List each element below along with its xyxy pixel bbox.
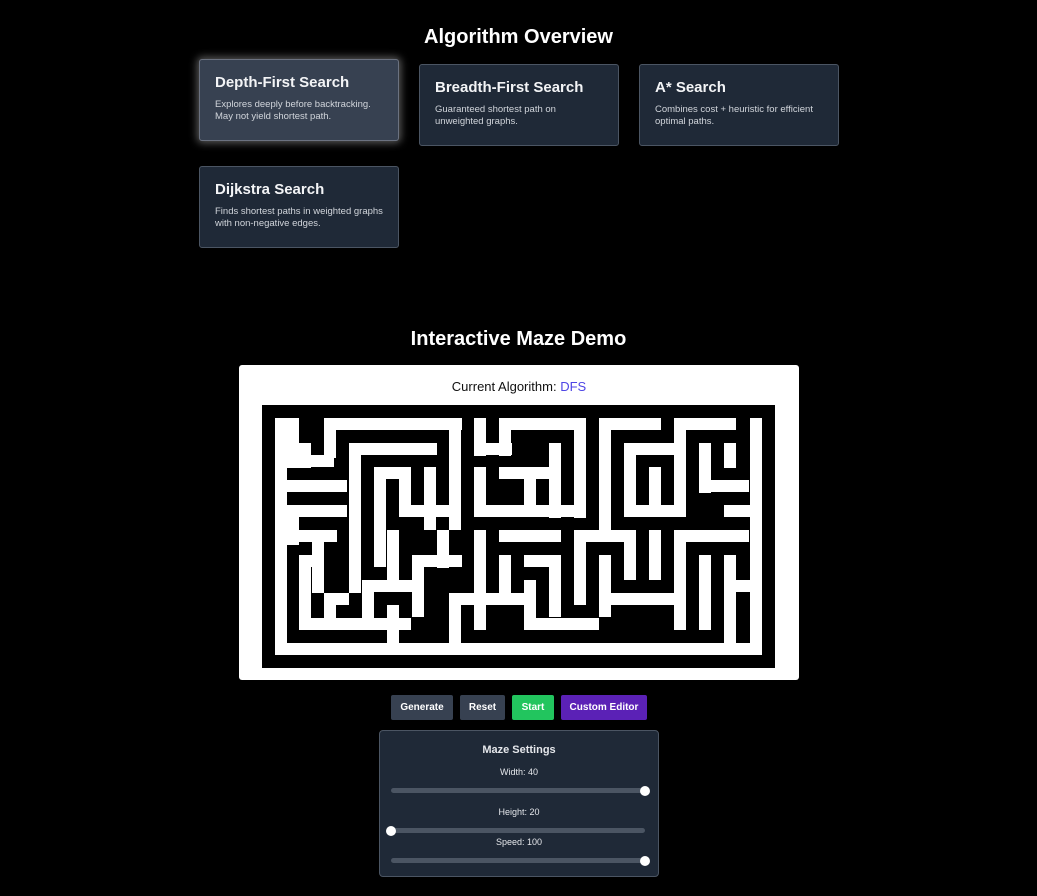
card-title: Breadth-First Search xyxy=(435,79,584,96)
card-title: Dijkstra Search xyxy=(215,181,325,198)
card-breadth-first-search[interactable]: Breadth-First Search Guaranteed shortest… xyxy=(419,64,619,146)
speed-label: Speed: 100 xyxy=(495,837,543,847)
interactive-maze-demo-title: Interactive Maze Demo xyxy=(410,328,627,350)
card-description: Finds shortest paths in weighted graphs … xyxy=(215,206,383,229)
height-slider-thumb[interactable] xyxy=(386,825,396,836)
width-slider-thumb[interactable] xyxy=(640,785,650,796)
maze-start-marker: S xyxy=(266,420,271,427)
current-algorithm-label: Current Algorithm: xyxy=(451,379,557,394)
card-description: Guaranteed shortest path on unweighted g… xyxy=(435,104,556,127)
maze-grid[interactable]: S E xyxy=(262,405,775,668)
algorithm-overview-title: Algorithm Overview xyxy=(424,26,613,48)
card-title: Depth-First Search xyxy=(215,74,350,91)
card-a-star-search[interactable]: A* Search Combines cost + heuristic for … xyxy=(639,64,839,146)
height-label: Height: 20 xyxy=(498,807,540,817)
speed-slider-thumb[interactable] xyxy=(640,855,650,866)
width-slider[interactable] xyxy=(391,785,650,796)
width-label: Width: 40 xyxy=(499,767,539,777)
maze-settings-title: Maze Settings xyxy=(482,744,556,756)
maze-end-marker: E xyxy=(766,646,771,653)
custom-editor-button[interactable]: Custom Editor xyxy=(561,695,647,720)
card-description: Combines cost + heuristic for efficient … xyxy=(655,104,813,127)
start-button[interactable]: Start xyxy=(512,695,554,720)
card-description: Explores deeply before backtracking. May… xyxy=(215,99,371,122)
reset-button[interactable]: Reset xyxy=(460,695,505,720)
maze-settings-panel: Maze Settings Width: 40 Height: 20 Speed… xyxy=(379,730,659,877)
speed-slider[interactable] xyxy=(391,855,650,866)
maze-panel: Current Algorithm: DFS S E xyxy=(239,365,799,680)
current-algorithm: Current Algorithm: DFS xyxy=(239,379,799,394)
card-dijkstra-search[interactable]: Dijkstra Search Finds shortest paths in … xyxy=(199,166,399,248)
generate-button[interactable]: Generate xyxy=(391,695,453,720)
card-title: A* Search xyxy=(655,79,726,96)
card-depth-first-search[interactable]: Depth-First Search Explores deeply befor… xyxy=(199,59,399,141)
current-algorithm-value: DFS xyxy=(560,379,587,394)
height-slider[interactable] xyxy=(386,825,645,836)
